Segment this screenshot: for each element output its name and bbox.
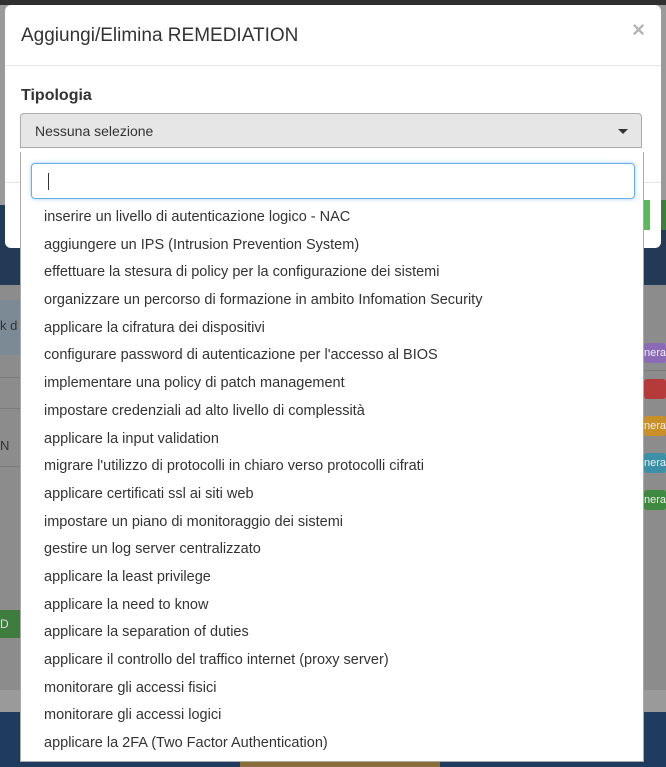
dropdown-option[interactable]: applicare la 2FA (Two Factor Authenticat… xyxy=(21,730,643,758)
dropdown-option[interactable]: applicare certificati ssl ai siti web xyxy=(21,481,643,509)
row-divider xyxy=(0,466,22,467)
dropdown-option[interactable]: configurare password di autenticazione p… xyxy=(21,342,643,370)
row-divider xyxy=(0,408,22,409)
dropdown-option[interactable]: effettuare la stesura di policy per la c… xyxy=(21,259,643,287)
dropdown-option[interactable]: gestire un log server centralizzato xyxy=(21,536,643,564)
dropdown-option[interactable]: applicare la least privilege xyxy=(21,564,643,592)
dropdown-option[interactable]: monitorare gli accessi fisici xyxy=(21,675,643,703)
tipologia-dropdown: inserire un livello di autenticazione lo… xyxy=(20,152,644,762)
button-label: D xyxy=(0,617,9,631)
dropdown-option[interactable]: monitorare gli accessi logici xyxy=(21,702,643,730)
dropdown-search-wrapper xyxy=(31,163,635,199)
dropdown-search-input[interactable] xyxy=(33,165,631,197)
tipologia-label: Tipologia xyxy=(21,87,92,104)
dropdown-option[interactable]: applicare la cifratura dei dispositivi xyxy=(21,315,643,343)
dropdown-option[interactable]: organizzare un percorso di formazione in… xyxy=(21,287,643,315)
dropdown-option[interactable]: migrare l'utilizzo di protocolli in chia… xyxy=(21,453,643,481)
dropdown-option[interactable]: impostare un piano di monitoraggio dei s… xyxy=(21,509,643,537)
status-badge: nera xyxy=(644,490,666,510)
close-icon[interactable]: × xyxy=(632,19,645,41)
row-divider xyxy=(0,377,22,378)
table-header-text: k d xyxy=(0,318,18,333)
tipologia-select[interactable]: Nessuna selezione xyxy=(20,113,642,148)
dropdown-option[interactable]: implementare una policy di patch managem… xyxy=(21,370,643,398)
text-cursor xyxy=(48,173,49,190)
status-badge: nera xyxy=(644,453,666,473)
row-divider xyxy=(644,370,666,371)
dropdown-option[interactable]: applicare la input validation xyxy=(21,426,643,454)
modal-title: Aggiungi/Elimina REMEDIATION xyxy=(21,25,299,46)
dropdown-option[interactable]: impostare credenziali ad alto livello di… xyxy=(21,398,643,426)
modal-header: Aggiungi/Elimina REMEDIATION × xyxy=(5,5,661,66)
cell-text-fragment: N xyxy=(0,438,10,453)
dropdown-option[interactable]: inserire un livello di autenticazione lo… xyxy=(21,204,643,232)
dropdown-option[interactable]: applicare la need to know xyxy=(21,592,643,620)
dropdown-option[interactable]: aggiungere un IPS (Intrusion Prevention … xyxy=(21,232,643,260)
add-button-fragment: D🔧 xyxy=(0,610,22,638)
status-badge xyxy=(644,379,666,399)
dropdown-option[interactable]: applicare il controllo del traffico inte… xyxy=(21,647,643,675)
select-value: Nessuna selezione xyxy=(35,123,154,139)
dropdown-option[interactable]: applicare la separation of duties xyxy=(21,619,643,647)
chevron-down-icon xyxy=(618,129,628,134)
option-list: inserire un livello di autenticazione lo… xyxy=(21,204,643,758)
status-badge: nera xyxy=(644,343,666,363)
status-badge: nera xyxy=(644,416,666,436)
